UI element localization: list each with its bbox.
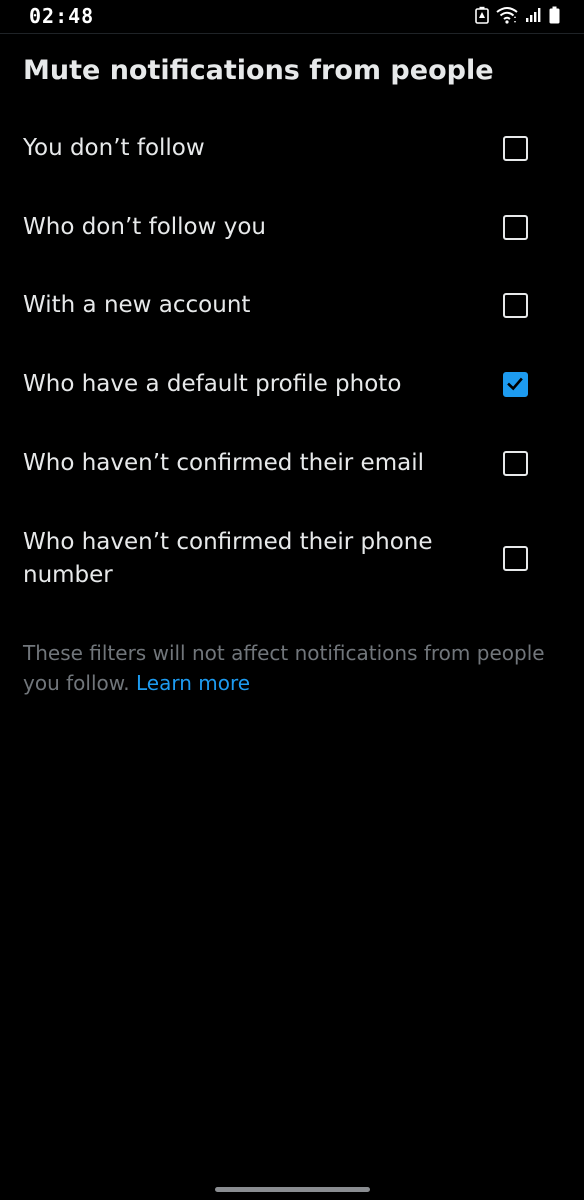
option-label: Who haven’t confirmed their phone number [23,529,433,588]
checkbox-default-profile-photo[interactable] [503,372,528,397]
option-unconfirmed-phone[interactable]: Who haven’t confirmed their phone number [0,526,584,592]
checkbox-unconfirmed-email[interactable] [503,451,528,476]
status-time: 02:48 [29,4,95,28]
option-who-dont-follow-you[interactable]: Who don’t follow you [0,210,584,246]
option-label: Who haven’t confirmed their email [23,450,424,476]
battery-saver-icon [475,6,489,24]
option-unconfirmed-email[interactable]: Who haven’t confirmed their email [0,446,584,482]
signal-icon [525,7,543,23]
option-label: You don’t follow [23,135,205,161]
home-indicator[interactable] [215,1187,370,1192]
option-label: With a new account [23,292,251,318]
status-icons [475,6,560,24]
filters-note-text: These filters will not affect notificati… [23,641,545,695]
battery-icon [549,6,560,24]
option-you-dont-follow[interactable]: You don’t follow [0,131,584,167]
option-default-profile-photo[interactable]: Who have a default profile photo [0,367,584,403]
checkbox-new-account[interactable] [503,293,528,318]
checkbox-unconfirmed-phone[interactable] [503,546,528,571]
option-new-account[interactable]: With a new account [0,288,584,324]
option-label: Who have a default profile photo [23,371,402,397]
checkbox-you-dont-follow[interactable] [503,136,528,161]
filters-note: These filters will not affect notificati… [23,638,563,698]
checkmark-icon [507,377,523,391]
option-label: Who don’t follow you [23,214,266,240]
status-bar: 02:48 [0,0,584,34]
page-title: Mute notifications from people [23,55,494,86]
checkbox-who-dont-follow-you[interactable] [503,215,528,240]
wifi-icon [495,6,519,24]
learn-more-link[interactable]: Learn more [136,671,250,695]
